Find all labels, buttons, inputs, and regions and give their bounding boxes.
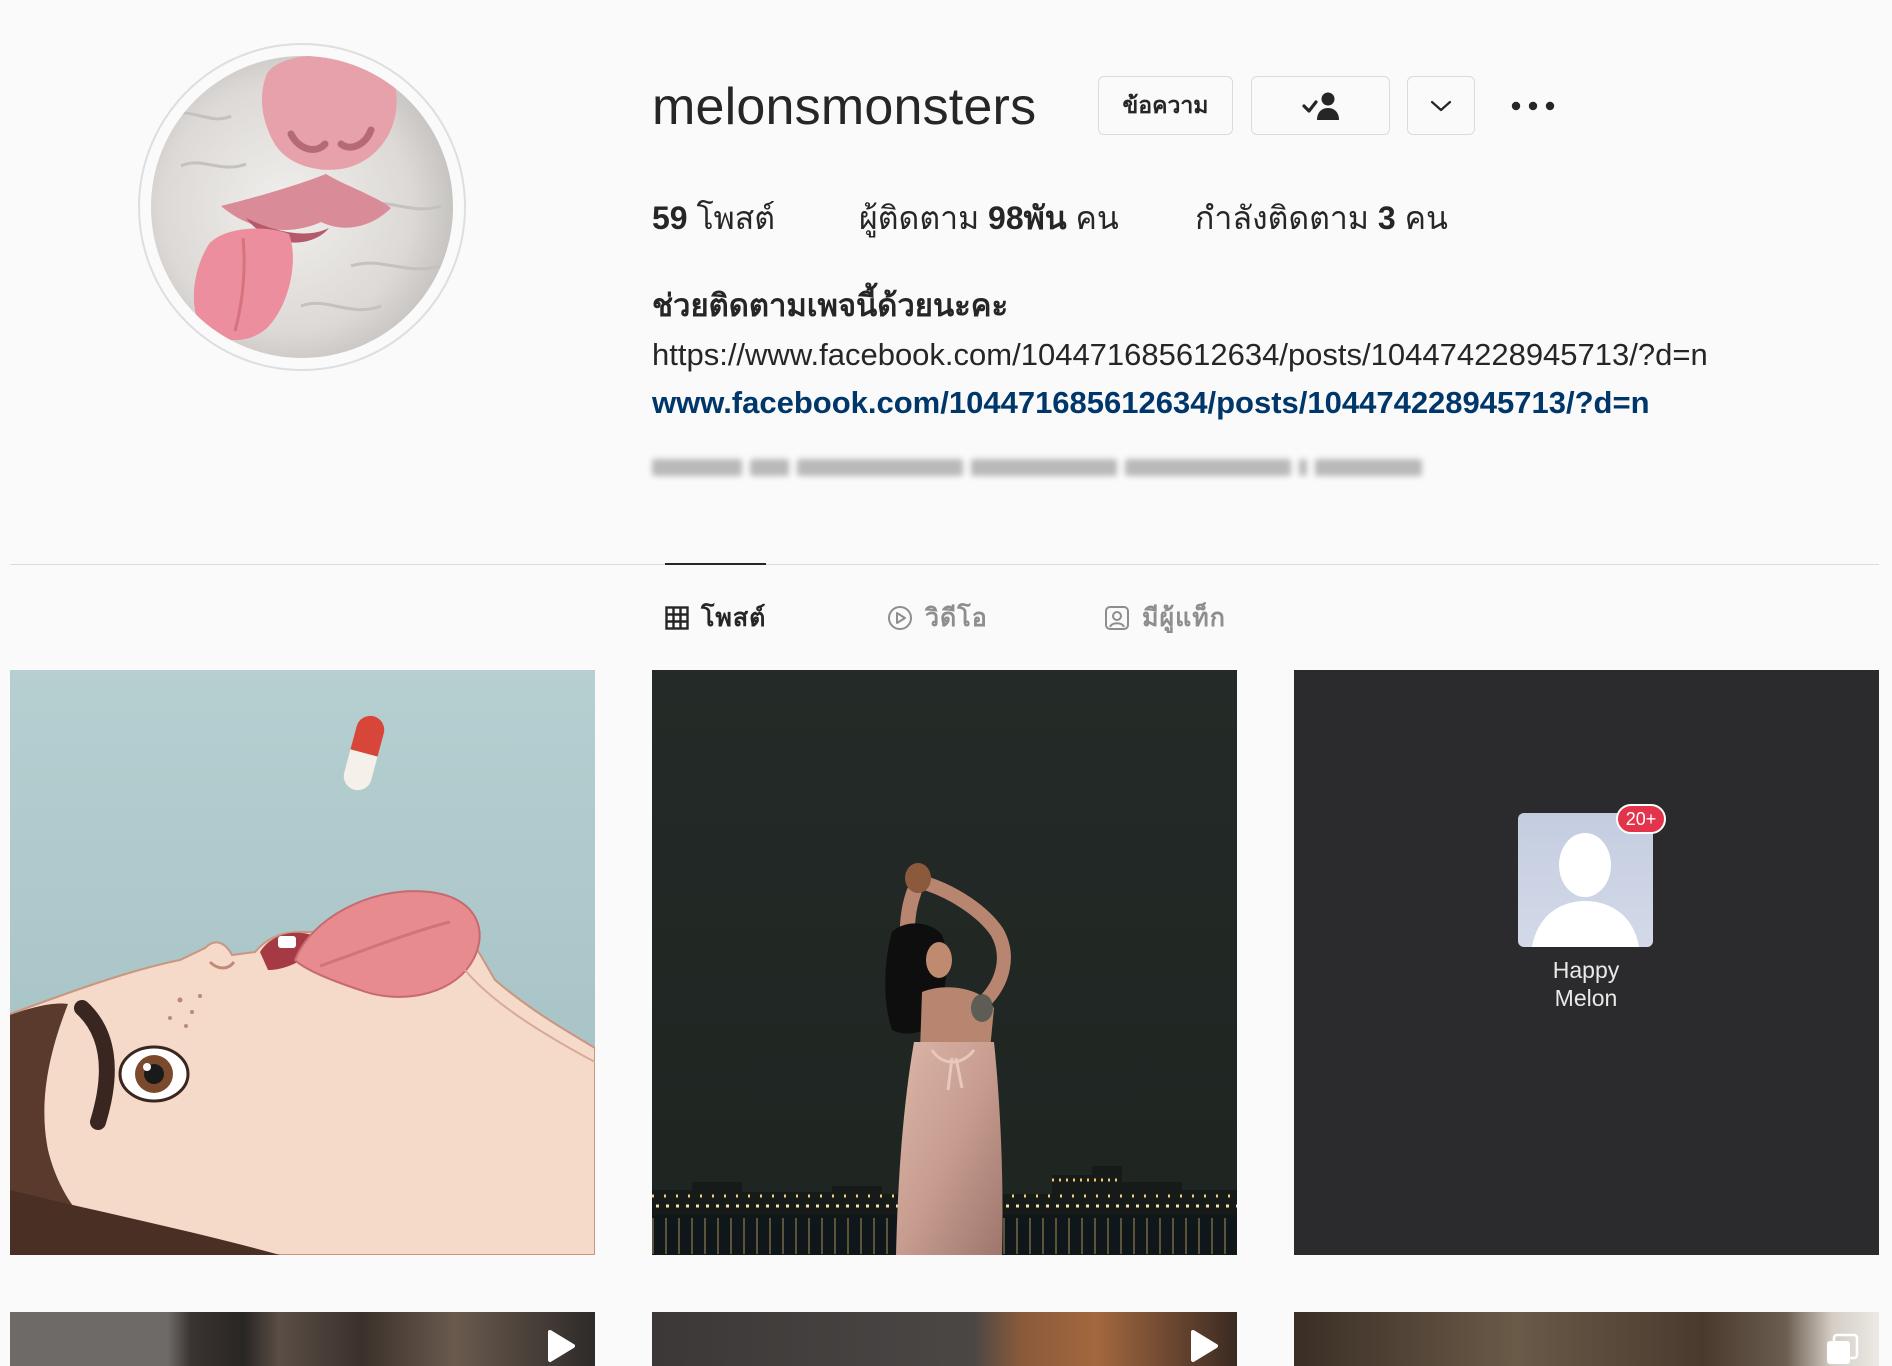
tab-videos-label: วิดีโอ	[925, 604, 988, 632]
blurred-segment	[796, 458, 963, 476]
profile-name-line-2: Melon	[1554, 985, 1618, 1011]
suggested-dropdown-button[interactable]	[1407, 76, 1475, 135]
posts-count-label: โพสต์	[696, 200, 776, 236]
followers-unit: คน	[1075, 200, 1119, 236]
post-tile[interactable]: 20+ Happy Melon	[1294, 670, 1879, 1255]
post-tile[interactable]	[652, 670, 1237, 1255]
blurred-followed-by-text	[652, 454, 1422, 480]
blurred-segment	[1314, 458, 1422, 476]
eye-highlight	[143, 1063, 151, 1071]
carousel-icon	[1827, 1333, 1859, 1364]
blurred-segment	[749, 458, 789, 476]
notification-badge: 20+	[1616, 804, 1666, 834]
tagged-icon	[1105, 606, 1129, 630]
posts-count-stat: 59 โพสต์	[652, 198, 775, 238]
posts-count-value: 59	[652, 200, 688, 236]
following-stat[interactable]: กำลังติดตาม 3 คน	[1195, 198, 1448, 238]
followers-label: ผู้ติดตาม	[859, 200, 980, 236]
blurred-segment	[1298, 458, 1307, 476]
post-illustration	[10, 670, 595, 1255]
blurred-segment	[652, 458, 742, 476]
bio-external-link[interactable]: www.facebook.com/104471685612634/posts/1…	[652, 383, 1650, 423]
post-tile[interactable]	[10, 670, 595, 1255]
bio-title: ช่วยติดตามเพจนี้ด้วยนะคะ	[652, 288, 1009, 323]
following-value: 3	[1377, 200, 1396, 236]
reel-play-icon	[548, 1330, 575, 1362]
bio-url-text: https://www.facebook.com/104471685612634…	[652, 337, 1708, 372]
following-unit: คน	[1404, 200, 1448, 236]
tab-tagged[interactable]: มีผู้แท็ก	[1104, 600, 1226, 636]
active-tab-indicator	[665, 563, 766, 565]
play-circle-icon	[888, 606, 912, 630]
tab-tagged-label: มีผู้แท็ก	[1142, 604, 1226, 632]
reel-play-icon	[1191, 1330, 1218, 1362]
held-object	[905, 863, 931, 893]
post-tile[interactable]	[652, 1312, 1237, 1366]
following-button[interactable]	[1251, 76, 1390, 135]
post-tile[interactable]	[1294, 1312, 1879, 1366]
following-label: กำลังติดตาม	[1195, 200, 1369, 236]
tabs-divider	[10, 564, 1879, 565]
post-tile[interactable]	[10, 1312, 595, 1366]
face	[926, 942, 952, 978]
blurred-segment	[970, 458, 1117, 476]
chevron-down-icon	[1430, 100, 1452, 111]
followers-value: 98พัน	[988, 200, 1067, 236]
profile-username: melonsmonsters	[652, 78, 1037, 136]
tab-posts[interactable]: โพสต์	[665, 600, 766, 636]
post-photo	[652, 670, 1237, 1255]
tab-videos[interactable]: วิดีโอ	[887, 600, 988, 636]
more-dots-icon	[1511, 101, 1555, 110]
shoulder-tattoo	[971, 994, 993, 1022]
blurred-segment	[1125, 458, 1291, 476]
grid-icon	[665, 606, 689, 630]
tab-posts-label: โพสต์	[701, 604, 767, 632]
avatar-photo	[151, 56, 453, 358]
avatar[interactable]	[151, 56, 453, 358]
more-options-button[interactable]	[1508, 76, 1558, 135]
followers-stat[interactable]: ผู้ติดตาม 98พัน คน	[859, 198, 1119, 238]
teeth	[278, 936, 296, 948]
profile-name-line-1: Happy	[1552, 957, 1620, 983]
following-check-icon	[1301, 92, 1339, 120]
message-button[interactable]: ข้อความ	[1098, 76, 1233, 135]
